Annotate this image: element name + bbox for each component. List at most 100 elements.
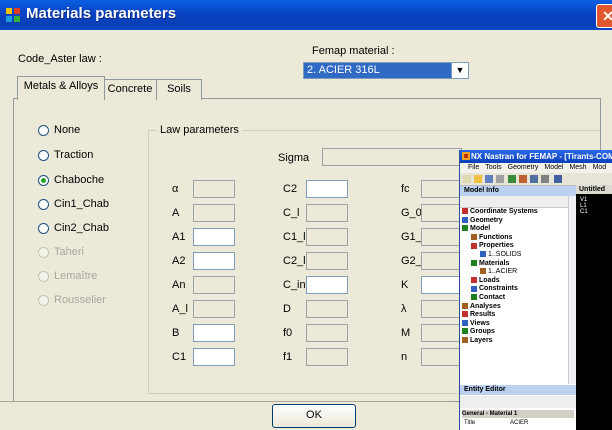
param-label: n: [401, 351, 408, 363]
law-radio: [38, 271, 49, 282]
model-tree: Coordinate Systems Geometry Model Functions…: [460, 208, 576, 380]
nx-menu-geometry[interactable]: Geometry: [508, 164, 539, 171]
model-tree-label: Groups: [470, 328, 495, 336]
law-radio[interactable]: [38, 223, 49, 234]
model-tree-item[interactable]: 1..SOLIDS: [460, 251, 576, 260]
model-tree-item[interactable]: Materials: [460, 260, 576, 269]
nx-title-bar[interactable]: NX Nastran for FEMAP - [Tirants-COMP: [460, 150, 612, 163]
model-tree-item[interactable]: Groups: [460, 328, 576, 337]
param-label: B: [172, 327, 180, 339]
model-tree-item[interactable]: Loads: [460, 277, 576, 286]
tree-node-icon: [462, 208, 468, 215]
param-field: [193, 276, 235, 294]
param-label: C1: [172, 351, 187, 363]
model-tree-label: Contact: [479, 293, 506, 301]
model-tree-label: Analyses: [470, 302, 501, 310]
law-radio[interactable]: [38, 125, 49, 136]
femap-material-select[interactable]: 2. ACIER 316L ▼: [303, 62, 469, 79]
law-radio-label: Traction: [54, 149, 94, 161]
tree-node-icon: [462, 302, 468, 309]
param-field[interactable]: [193, 228, 235, 246]
law-radio: [38, 295, 49, 306]
tab-metals-alloys[interactable]: Metals & Alloys: [17, 76, 105, 100]
model-tree-label: Geometry: [470, 216, 503, 224]
param-field: [421, 252, 463, 270]
entity-editor-header: Entity Editor: [460, 385, 576, 395]
param-field[interactable]: [193, 252, 235, 270]
param-label: C2: [283, 183, 298, 195]
param-field: [306, 204, 348, 222]
model-tree-item[interactable]: Properties: [460, 242, 576, 251]
law-radio[interactable]: [38, 199, 49, 210]
ok-button[interactable]: OK: [272, 404, 356, 428]
model-tree-item[interactable]: Constraints: [460, 285, 576, 294]
param-field: [306, 324, 348, 342]
law-radio: [38, 247, 49, 258]
param-label: f1: [283, 351, 293, 363]
nx-menu-file[interactable]: File: [468, 164, 479, 171]
law-radio-label: Taheri: [54, 246, 84, 258]
law-radio-label: Lemaître: [54, 270, 98, 282]
sigma-label: Sigma: [278, 152, 310, 164]
law-radio[interactable]: [38, 150, 49, 161]
param-label: λ: [401, 303, 407, 315]
param-field[interactable]: [306, 276, 348, 294]
nx-menu-mod[interactable]: Mod: [593, 164, 607, 171]
nx-menu-model[interactable]: Model: [544, 164, 563, 171]
model-icon[interactable]: [519, 175, 527, 183]
app-grid-icon: [6, 8, 20, 22]
entity-editor-value[interactable]: ACIER: [510, 419, 570, 427]
entity-editor-toolbar: [460, 396, 576, 408]
param-field[interactable]: [306, 180, 348, 198]
new-file-icon[interactable]: [463, 175, 471, 183]
mesh-icon[interactable]: [508, 175, 516, 183]
model-tree-item[interactable]: Functions: [460, 234, 576, 243]
model-tree-label: Constraints: [479, 285, 518, 293]
graphics-label: C1: [580, 209, 588, 215]
model-tree-label: Loads: [479, 276, 500, 284]
nx-nastran-window[interactable]: NX Nastran for FEMAP - [Tirants-COMP Fil…: [459, 150, 612, 430]
pencil-icon[interactable]: [496, 175, 504, 183]
param-field: [306, 228, 348, 246]
param-field[interactable]: [193, 324, 235, 342]
graphics-window[interactable]: [576, 185, 612, 430]
param-field: [306, 252, 348, 270]
nx-menu-tools[interactable]: Tools: [485, 164, 501, 171]
nx-menu-mesh[interactable]: Mesh: [569, 164, 586, 171]
model-tree-item[interactable]: Model: [460, 225, 576, 234]
param-label: A1: [172, 231, 186, 243]
save-icon[interactable]: [485, 175, 493, 183]
grid-icon[interactable]: [541, 175, 549, 183]
tab-concrete[interactable]: Concrete: [103, 79, 157, 100]
window-icon[interactable]: [554, 175, 562, 183]
open-folder-icon[interactable]: [474, 175, 482, 183]
separator: [0, 401, 450, 402]
graphics-tab[interactable]: Untitled: [576, 185, 612, 194]
model-tree-item[interactable]: Geometry: [460, 217, 576, 226]
param-field: [421, 348, 463, 366]
tree-node-icon: [471, 276, 477, 283]
model-tree-item[interactable]: Analyses: [460, 303, 576, 312]
param-field: [421, 180, 463, 198]
law-radio[interactable]: [38, 175, 49, 186]
law-radio-label: Cin1_Chab: [54, 198, 110, 210]
radio-dot: [41, 178, 46, 183]
close-icon[interactable]: ✕: [596, 4, 612, 28]
tree-node-icon: [462, 337, 468, 344]
chevron-down-icon[interactable]: ▼: [451, 63, 468, 78]
model-tree-item[interactable]: Layers: [460, 337, 576, 346]
model-tree-item[interactable]: Views: [460, 320, 576, 329]
model-tree-item[interactable]: Results: [460, 311, 576, 320]
param-field[interactable]: [193, 348, 235, 366]
model-tree-item[interactable]: 1..ACIER: [460, 268, 576, 277]
tab-soils[interactable]: Soils: [156, 79, 202, 100]
model-tree-item[interactable]: Coordinate Systems: [460, 208, 576, 217]
tree-node-icon: [471, 242, 477, 249]
law-radio-label: None: [54, 124, 81, 136]
view-icon[interactable]: [530, 175, 538, 183]
entity-editor-section[interactable]: General - Material 1: [462, 410, 574, 418]
model-tree-item[interactable]: Contact: [460, 294, 576, 303]
param-field: [193, 204, 235, 222]
dialog-title: Materials parameters: [26, 5, 177, 22]
param-field[interactable]: [421, 276, 463, 294]
